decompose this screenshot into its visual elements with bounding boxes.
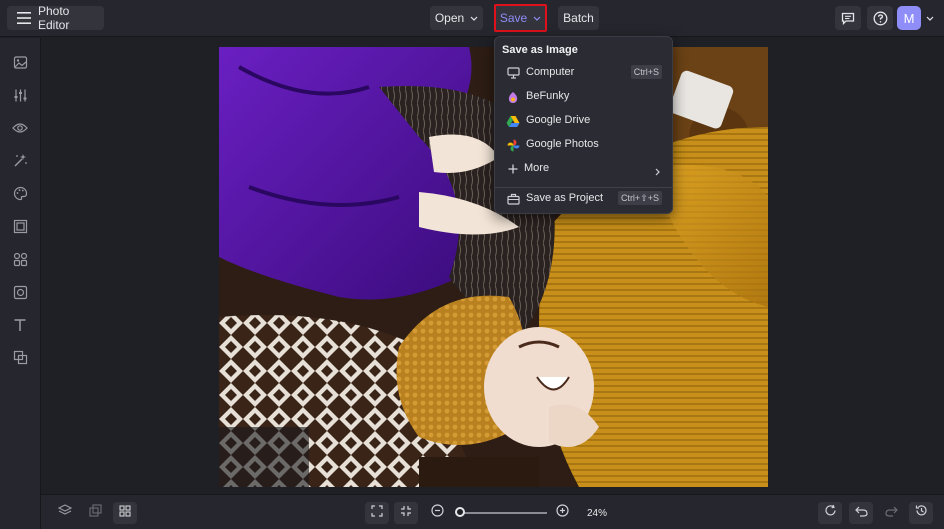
batch-button[interactable]: Batch (558, 6, 599, 30)
zoom-slider-track[interactable] (462, 512, 547, 514)
frame-icon[interactable] (10, 216, 30, 236)
comment-icon (841, 12, 855, 25)
grid-view-button[interactable] (113, 502, 137, 524)
save-to-computer-item[interactable]: Computer Ctrl+S (495, 62, 672, 84)
app-title: Photo Editor (38, 4, 70, 32)
redo-button[interactable] (879, 502, 903, 524)
undo-button[interactable] (849, 502, 873, 524)
overlay-icon[interactable] (10, 347, 30, 367)
layers-icon (57, 504, 73, 522)
eye-icon[interactable] (10, 118, 30, 138)
chevron-down-icon (926, 16, 934, 21)
more-options-item[interactable]: More (495, 158, 672, 180)
zoom-out-icon (430, 504, 444, 522)
fit-to-screen-button[interactable] (365, 502, 389, 524)
expand-icon (371, 504, 383, 522)
undo-icon (854, 504, 868, 522)
menu-item-label: Computer (526, 66, 575, 78)
save-dropdown-menu: Save as Image Computer Ctrl+S BeFunky Go… (494, 36, 673, 214)
hamburger-icon (17, 12, 31, 24)
image-icon[interactable] (10, 52, 30, 72)
magic-wand-icon[interactable] (10, 150, 30, 170)
chevron-down-icon (533, 16, 541, 21)
save-button[interactable]: Save (494, 4, 547, 32)
redo-icon (884, 504, 898, 522)
palette-icon[interactable] (10, 183, 30, 203)
zoom-out-button[interactable] (425, 502, 449, 524)
befunky-logo-icon (506, 90, 520, 104)
help-icon (873, 11, 888, 26)
monitor-icon (506, 66, 520, 80)
save-as-image-heading: Save as Image (502, 44, 578, 56)
menu-item-label: More (524, 162, 550, 174)
refresh-button[interactable] (818, 502, 842, 524)
texture-icon[interactable] (10, 282, 30, 302)
help-button[interactable] (867, 6, 893, 30)
open-button[interactable]: Open (430, 6, 483, 30)
refresh-icon (824, 504, 837, 522)
layers-button[interactable] (53, 502, 77, 524)
google-photos-icon (506, 138, 520, 152)
compare-icon (88, 504, 102, 522)
shortcut-badge: Ctrl+⇧+S (617, 191, 662, 205)
menu-item-label: BeFunky (526, 90, 570, 102)
plus-icon (506, 162, 520, 176)
sliders-icon[interactable] (10, 85, 30, 105)
zoom-in-icon (555, 504, 569, 522)
save-to-google-photos-item[interactable]: Google Photos (495, 134, 672, 156)
menu-item-label: Google Photos (526, 138, 599, 150)
chevron-down-icon (470, 16, 478, 21)
shortcut-badge: Ctrl+S (630, 65, 662, 79)
chevron-right-icon (655, 163, 660, 181)
open-label: Open (434, 11, 465, 25)
zoom-in-button[interactable] (550, 502, 574, 524)
save-as-project-item[interactable]: Save as Project Ctrl+⇧+S (495, 188, 672, 210)
save-to-google-drive-item[interactable]: Google Drive (495, 110, 672, 132)
save-to-befunky-item[interactable]: BeFunky (495, 86, 672, 108)
briefcase-icon (506, 192, 520, 206)
menu-item-label: Google Drive (526, 114, 591, 126)
menu-item-label: Save as Project (526, 192, 604, 204)
compare-button[interactable] (83, 502, 107, 524)
history-icon (915, 504, 928, 522)
save-label: Save (499, 11, 528, 25)
batch-label: Batch (563, 11, 594, 25)
graphics-icon[interactable] (10, 249, 30, 269)
avatar-initial: M (903, 10, 915, 26)
google-drive-icon (506, 114, 520, 128)
tool-sidebar (0, 38, 41, 529)
zoom-percentage-field[interactable]: 24% (580, 504, 614, 522)
text-icon[interactable] (10, 315, 30, 335)
grid-icon (119, 504, 131, 522)
avatar: M (897, 6, 921, 30)
top-bar: Photo Editor Open Save Batch M (0, 0, 944, 37)
comments-button[interactable] (835, 6, 861, 30)
actual-size-button[interactable] (394, 502, 418, 524)
zoom-slider-handle[interactable] (455, 507, 465, 517)
account-button[interactable]: M (897, 6, 939, 30)
history-button[interactable] (909, 502, 933, 524)
collapse-icon (400, 504, 412, 522)
app-menu-button[interactable]: Photo Editor (7, 4, 104, 32)
